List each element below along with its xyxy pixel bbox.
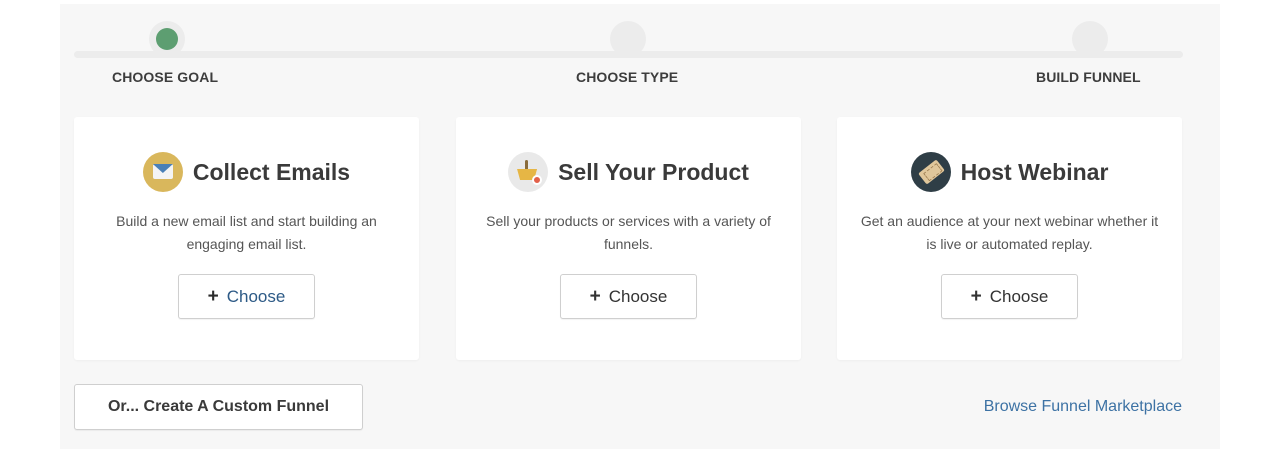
goal-card-sell-product: Sell Your Product Sell your products or … xyxy=(456,117,801,360)
card-description: Build a new email list and start buildin… xyxy=(116,213,377,252)
choose-button-label: Choose xyxy=(226,286,286,306)
step-dot-choose-goal xyxy=(149,21,185,57)
card-description: Get an audience at your next webinar whe… xyxy=(860,213,1159,252)
card-title: Host Webinar xyxy=(960,158,1109,185)
step-label-choose-type: CHOOSE TYPE xyxy=(576,69,679,85)
plus-icon: + xyxy=(970,286,982,307)
ticket-icon xyxy=(910,152,951,192)
step-label-choose-goal: CHOOSE GOAL xyxy=(112,69,219,85)
step-dot-choose-type xyxy=(610,21,646,57)
choose-button-label: Choose xyxy=(608,286,668,306)
basket-icon xyxy=(508,152,549,192)
goal-card-host-webinar: Host Webinar Get an audience at your nex… xyxy=(837,117,1182,360)
card-header: Host Webinar xyxy=(837,151,1182,193)
step-label-build-funnel: BUILD FUNNEL xyxy=(1036,69,1141,85)
create-custom-funnel-button[interactable]: Or... Create A Custom Funnel xyxy=(74,384,363,430)
step-dot-build-funnel xyxy=(1072,21,1108,57)
card-header: Sell Your Product xyxy=(456,151,801,193)
choose-host-webinar-button[interactable]: + Choose xyxy=(941,274,1078,319)
card-header: Collect Emails xyxy=(74,151,419,193)
choose-sell-product-button[interactable]: + Choose xyxy=(560,274,697,319)
plus-icon: + xyxy=(589,286,601,307)
envelope-icon xyxy=(142,152,183,192)
card-description: Sell your products or services with a va… xyxy=(486,213,771,252)
card-title: Collect Emails xyxy=(192,158,351,185)
choose-collect-emails-button[interactable]: + Choose xyxy=(178,274,315,319)
card-title: Sell Your Product xyxy=(558,158,749,185)
plus-icon: + xyxy=(207,286,219,307)
goal-card-collect-emails: Collect Emails Build a new email list an… xyxy=(74,117,419,360)
browse-funnel-marketplace-link[interactable]: Browse Funnel Marketplace xyxy=(984,398,1182,416)
choose-button-label: Choose xyxy=(989,286,1049,306)
